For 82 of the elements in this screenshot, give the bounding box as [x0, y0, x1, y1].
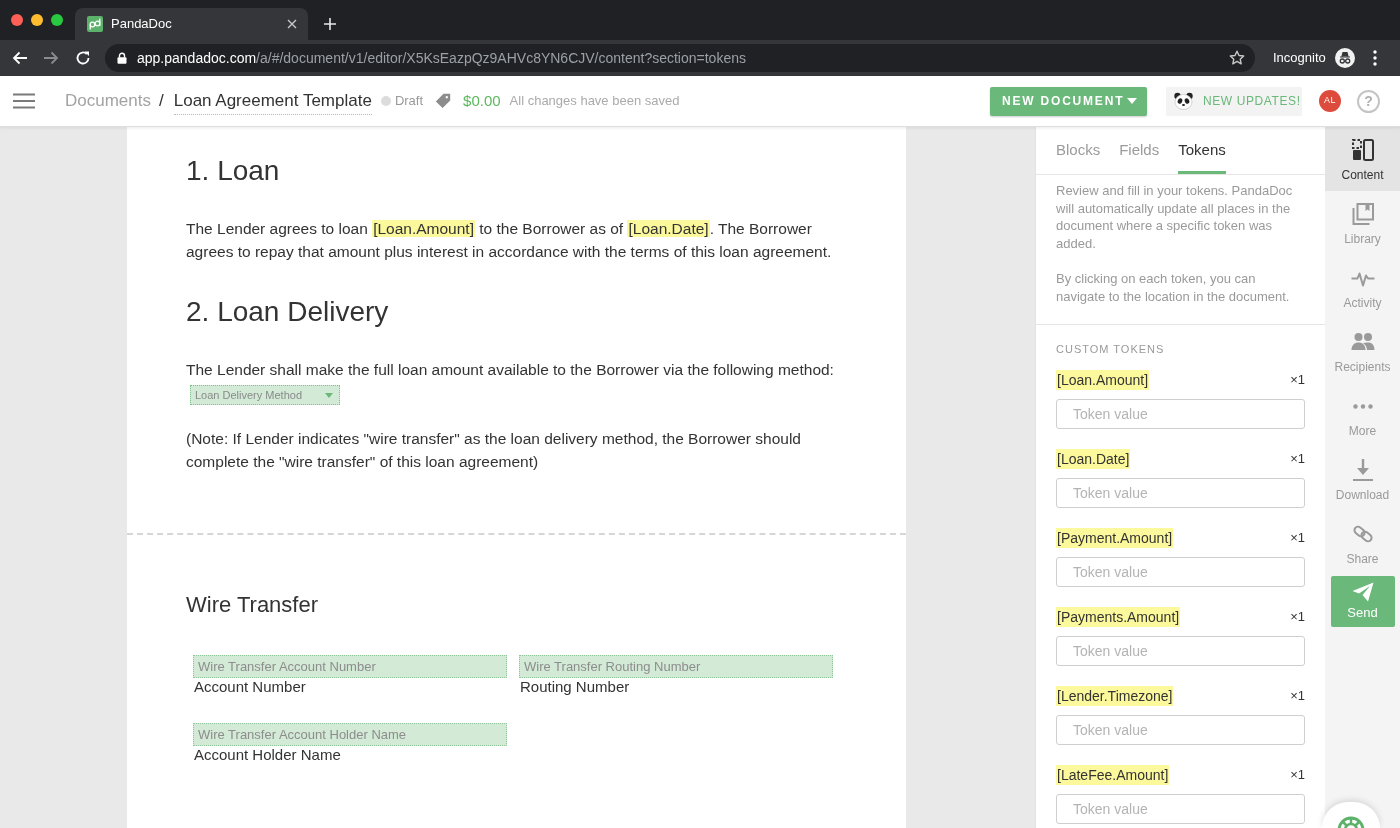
price-label: $0.00	[463, 90, 501, 111]
token-name[interactable]: [Loan.Date]	[1056, 449, 1131, 469]
minimize-window-icon[interactable]	[31, 14, 43, 26]
favicon-icon	[87, 16, 103, 32]
download-icon	[1350, 458, 1375, 482]
token-name[interactable]: [LateFee.Amount]	[1056, 765, 1170, 785]
document-title[interactable]: Loan Agreement Template	[173, 91, 372, 115]
token-count: ×1	[1290, 687, 1305, 706]
input-field[interactable]: Wire Transfer Routing Number	[519, 655, 833, 678]
section-heading: 2. Loan Delivery	[186, 296, 389, 328]
reload-icon[interactable]	[75, 50, 91, 66]
lock-icon	[117, 52, 127, 64]
token-name[interactable]: [Loan.Amount]	[1056, 370, 1150, 390]
token-count: ×1	[1290, 450, 1305, 469]
sidebar-item[interactable]: Share	[1325, 511, 1400, 575]
sidebar-item[interactable]: Content	[1325, 127, 1400, 191]
token-name[interactable]: [Payments.Amount]	[1056, 607, 1181, 627]
layout-icon	[1350, 138, 1375, 162]
avatar[interactable]: AL	[1319, 90, 1341, 112]
field-label: Account Holder Name	[194, 746, 341, 764]
save-status: All changes have been saved	[509, 92, 680, 111]
panel-tab[interactable]: Tokens	[1178, 127, 1226, 174]
caret-icon	[325, 392, 333, 398]
section-heading: Wire Transfer	[186, 591, 319, 619]
link-icon	[1352, 524, 1373, 544]
sidebar-item[interactable]: More	[1325, 383, 1400, 447]
help-button[interactable]: ?	[1357, 89, 1380, 113]
token-value-field[interactable]: Token value	[1056, 557, 1305, 587]
lifebuoy-icon	[1336, 815, 1366, 828]
paragraph: (Note: If Lender indicates "wire transfer" as the loan delivery method, the Borrower should complete the "wire transfer" of this loan agreement)	[186, 429, 802, 472]
paper-plane-icon	[1351, 582, 1374, 602]
section-title: CUSTOM TOKENS	[1056, 342, 1166, 356]
close-window-icon[interactable]	[11, 14, 23, 26]
token-name[interactable]: [Payment.Amount]	[1056, 528, 1174, 548]
token-value-field[interactable]: Token value	[1056, 399, 1305, 429]
field-label: Routing Number	[520, 678, 630, 696]
caret-icon	[1127, 98, 1137, 104]
token-value-field[interactable]: Token value	[1056, 636, 1305, 666]
new-tab-icon[interactable]	[324, 18, 336, 30]
field-label: Account Number	[194, 678, 306, 696]
token-value-field[interactable]: Token value	[1056, 478, 1305, 508]
panda-icon	[1174, 92, 1193, 110]
browser-tab[interactable]: PandaDoc	[75, 8, 308, 40]
token-count: ×1	[1290, 766, 1305, 785]
menu-icon[interactable]	[1372, 50, 1377, 66]
token-value-field[interactable]: Token value	[1056, 715, 1305, 745]
forward-icon[interactable]	[43, 51, 59, 65]
new-document-button[interactable]: NEW DOCUMENT	[990, 86, 1147, 116]
paragraph: The Lender shall make the full loan amount available to the Borrower via the following method:	[186, 360, 835, 380]
breadcrumb-link[interactable]: Documents	[65, 88, 151, 114]
back-icon[interactable]	[12, 51, 28, 65]
panel-tab[interactable]: Fields	[1119, 127, 1160, 174]
profile-label: Incognito	[1273, 49, 1326, 68]
input-field[interactable]: Wire Transfer Account Number	[193, 655, 507, 678]
token-name[interactable]: [Lender.Timezone]	[1056, 686, 1174, 706]
more-icon	[1352, 403, 1373, 409]
zoom-window-icon[interactable]	[51, 14, 63, 26]
updates-button[interactable]: NEW UPDATES!	[1166, 86, 1302, 116]
star-icon[interactable]	[1229, 50, 1245, 66]
token-count: ×1	[1290, 371, 1305, 390]
send-button[interactable]: Send	[1330, 576, 1395, 627]
close-tab-icon[interactable]	[287, 19, 297, 29]
address-bar[interactable]: app.pandadoc.com/a/#/document/v1/editor/X5KsEazpQz9AHVc8YN6CJV/content?section=tokens	[105, 44, 1255, 72]
dropdown-field[interactable]: Loan Delivery Method	[190, 385, 340, 405]
sidebar-item[interactable]: Recipients	[1325, 319, 1400, 383]
input-field[interactable]: Wire Transfer Account Holder Name	[193, 723, 507, 746]
panel-tab[interactable]: Blocks	[1056, 127, 1101, 174]
stacked-pages-icon	[1350, 202, 1375, 226]
paragraph: The Lender agrees to loan [Loan.Amount] to the Borrower as of [Loan.Date]. The Borrower agrees to repay that amount plus interest in accordance with the terms of this loan agreement.	[186, 219, 833, 262]
token-value-field[interactable]: Token value	[1056, 794, 1305, 824]
section-heading: 1. Loan	[186, 155, 280, 187]
help-text: Review and fill in your tokens. PandaDoc will automatically update all places in the document where a specific token was added.	[1056, 182, 1294, 252]
incognito-icon[interactable]	[1334, 48, 1355, 68]
breadcrumb-separator: /	[159, 90, 164, 113]
status-label: Draft	[394, 92, 424, 111]
token-count: ×1	[1290, 529, 1305, 548]
token-count: ×1	[1290, 608, 1305, 627]
sidebar-item[interactable]: Download	[1325, 447, 1400, 511]
sidebar-item[interactable]: Activity	[1325, 255, 1400, 319]
tag-icon[interactable]	[435, 93, 452, 109]
help-text: By clicking on each token, you can navigate to the location in the document.	[1056, 270, 1291, 305]
sidebar-item[interactable]: Library	[1325, 191, 1400, 255]
